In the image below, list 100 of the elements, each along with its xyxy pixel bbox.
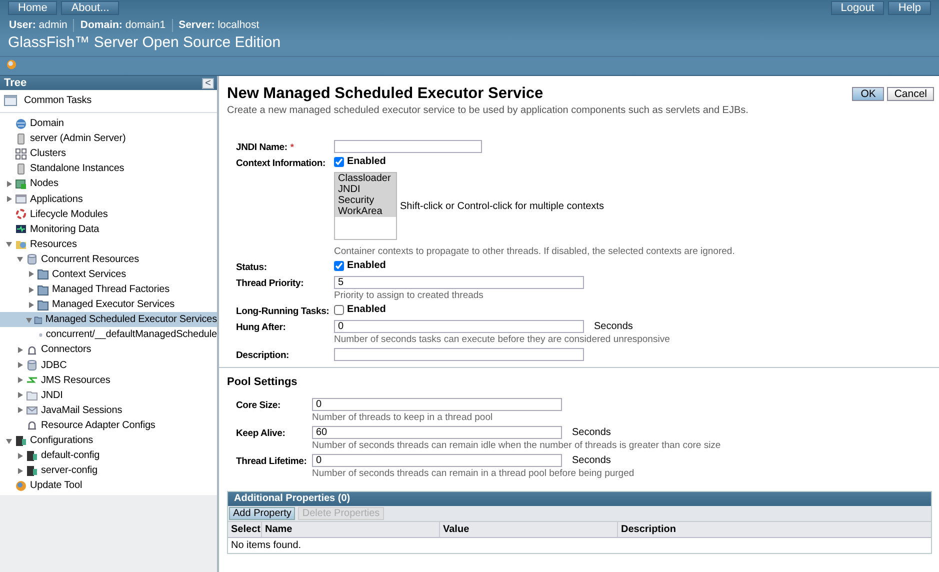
folder-icon xyxy=(26,389,38,402)
checkbox[interactable] xyxy=(334,260,344,270)
nav-button[interactable]: About... xyxy=(61,1,120,15)
field-label: Core Size: xyxy=(236,399,280,413)
cancel-button[interactable]: Cancel xyxy=(887,87,934,101)
collapse-button[interactable]: < xyxy=(202,78,214,88)
checkbox-label: Enabled xyxy=(347,156,386,167)
folder-icon xyxy=(15,238,27,250)
config-icon xyxy=(15,434,27,447)
field-label: Long-Running Tasks: xyxy=(236,305,330,317)
tree-item[interactable]: Resources xyxy=(0,236,217,252)
header-button[interactable]: Help xyxy=(888,1,931,15)
database-icon xyxy=(26,253,38,266)
panel-title: Tree xyxy=(4,77,27,89)
field-label: Description: xyxy=(236,349,290,361)
product-title: GlassFish™ Server Open Source Edition xyxy=(0,32,939,57)
unit-label: Seconds xyxy=(572,455,611,466)
expanded-arrow-icon[interactable] xyxy=(25,316,34,323)
expanded-arrow-icon[interactable] xyxy=(3,438,15,444)
tree-item[interactable]: Update Tool xyxy=(0,478,217,494)
text-field[interactable]: 5 xyxy=(334,276,584,289)
tree-item[interactable]: Nodes xyxy=(0,176,217,192)
tree-item[interactable]: Managed Thread Factories xyxy=(0,282,217,298)
update-icon xyxy=(15,480,27,492)
tree-item[interactable]: JMS Resources xyxy=(0,372,217,388)
section-title: Pool Settings xyxy=(227,376,298,388)
window-icon xyxy=(4,95,17,106)
ok-button[interactable]: OK xyxy=(852,87,884,101)
column-header[interactable]: Value xyxy=(439,522,617,537)
checkbox[interactable] xyxy=(334,156,344,166)
context-list[interactable]: Classloader JNDI Security WorkArea xyxy=(334,172,397,240)
column-header[interactable]: Name xyxy=(261,522,439,537)
tree-item[interactable]: Context Services xyxy=(0,266,217,282)
tree-item[interactable]: server-config xyxy=(0,463,217,478)
tree-item[interactable]: JavaMail Sessions xyxy=(0,402,217,418)
cluster-icon xyxy=(15,148,27,160)
table-button[interactable]: Add Property xyxy=(229,507,296,520)
list-option[interactable]: WorkArea xyxy=(335,206,396,217)
field-label: Thread Lifetime: xyxy=(236,455,307,469)
tree-item[interactable]: JDBC xyxy=(0,358,217,373)
tree-item[interactable]: default-config xyxy=(0,448,217,464)
help-text: Container contexts to propagate to other threads. If disabled, the selected contexts are ignored. xyxy=(334,246,736,257)
empty-message: No items found. xyxy=(230,539,302,553)
tree-item[interactable]: concurrent/__defaultManagedSchedule xyxy=(0,327,217,342)
list-option[interactable]: Security xyxy=(335,195,396,206)
expanded-arrow-icon[interactable] xyxy=(3,241,15,248)
tree-item[interactable]: Applications xyxy=(0,191,217,207)
field-label: Status: xyxy=(236,261,267,273)
required-mark: * xyxy=(290,142,294,152)
header-button[interactable]: Logout xyxy=(830,1,884,15)
tree-item[interactable]: server (Admin Server) xyxy=(0,131,217,146)
text-field[interactable]: 0 xyxy=(312,454,562,467)
checkbox-label: Enabled xyxy=(347,304,386,315)
help-text: Priority to assign to created threads xyxy=(334,290,484,301)
tree-item[interactable]: Domain xyxy=(0,116,217,132)
nav-button[interactable]: Home xyxy=(8,1,58,15)
tree-item[interactable]: Standalone Instances xyxy=(0,161,217,176)
column-header[interactable]: Description xyxy=(617,522,931,537)
tree-item[interactable]: JNDI xyxy=(0,388,217,403)
help-text: Number of seconds threads can remain idle when the number of threads is greater than core size xyxy=(312,440,722,451)
tree-item[interactable]: Managed Executor Services xyxy=(0,297,217,312)
text-field[interactable]: 60 xyxy=(312,426,562,439)
text-field[interactable]: 0 xyxy=(334,320,584,333)
tree-item[interactable]: Lifecycle Modules xyxy=(0,206,217,222)
hint-text: Shift-click or Control-click for multiple contexts xyxy=(400,200,604,212)
list-option[interactable]: JNDI xyxy=(335,184,396,195)
tree-item[interactable]: Connectors xyxy=(0,342,217,358)
text-field[interactable] xyxy=(334,348,584,361)
unit-label: Seconds xyxy=(572,427,611,438)
folder-icon xyxy=(34,314,42,326)
common-tasks-link[interactable]: Common Tasks xyxy=(24,95,92,106)
tree-item[interactable]: Clusters xyxy=(0,146,217,162)
window-icon xyxy=(15,193,27,206)
column-header[interactable]: Select xyxy=(228,522,261,537)
tree-item[interactable]: Resource Adapter Configs xyxy=(0,418,217,433)
config-icon xyxy=(26,450,38,462)
text-field[interactable]: 0 xyxy=(312,398,562,411)
mail-icon xyxy=(26,404,38,416)
monitor-icon xyxy=(15,223,27,236)
tree-item[interactable]: Configurations xyxy=(0,432,217,448)
cycle-icon xyxy=(15,208,27,220)
folder-icon xyxy=(37,268,49,280)
tree-item[interactable]: Monitoring Data xyxy=(0,222,217,237)
checkbox[interactable] xyxy=(334,304,344,314)
folder-icon xyxy=(37,298,49,311)
checkbox-label: Enabled xyxy=(347,260,386,271)
help-text: Number of seconds tasks can execute before they are considered unresponsive xyxy=(334,334,671,345)
page-title: New Managed Scheduled Executor Service xyxy=(227,85,544,103)
tree-item[interactable]: Concurrent Resources xyxy=(0,252,217,267)
help-text: Number of seconds threads can remain in a thread pool before being purged xyxy=(312,468,636,479)
field-label: JNDI Name: * xyxy=(236,141,294,153)
expanded-arrow-icon[interactable] xyxy=(14,256,26,262)
page-description: Create a new managed scheduled executor service to be used by application components such as servlets and EJBs. xyxy=(227,105,748,116)
text-field[interactable] xyxy=(334,140,482,153)
tree-item[interactable]: Managed Scheduled Executor Services xyxy=(0,312,217,328)
session-info: Server: localhost xyxy=(172,18,266,32)
update-icon[interactable] xyxy=(6,59,17,70)
list-option[interactable]: Classloader xyxy=(335,173,396,184)
table-title: Additional Properties (0) xyxy=(228,492,931,506)
field-label: Hung After: xyxy=(236,321,286,335)
